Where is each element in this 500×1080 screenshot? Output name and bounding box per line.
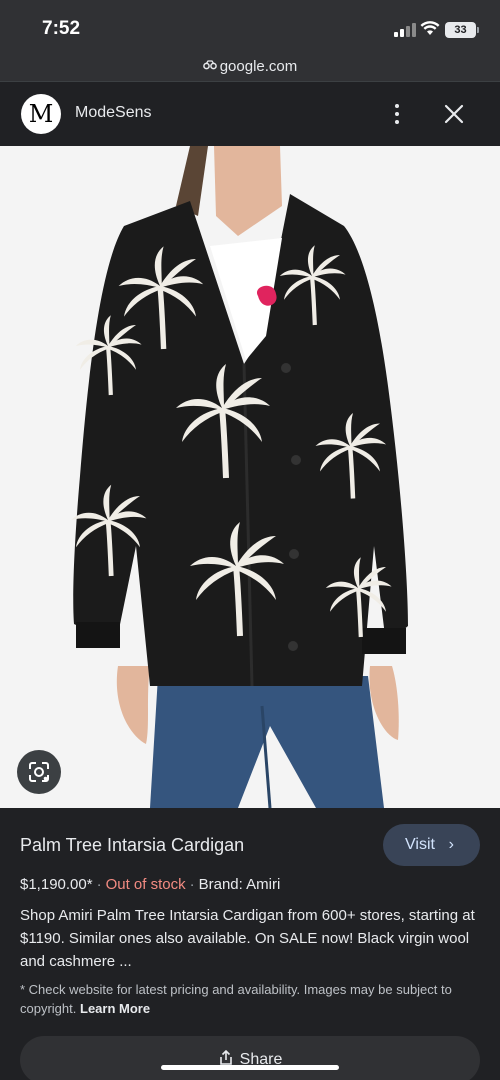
product-brand: Brand: Amiri	[198, 876, 281, 893]
home-indicator	[161, 1065, 339, 1070]
cellular-signal-icon	[394, 23, 416, 37]
battery-indicator: 33	[445, 22, 479, 38]
close-icon[interactable]	[440, 100, 468, 128]
url-display[interactable]: google.com	[202, 58, 298, 75]
product-meta: $1,190.00* · Out of stock · Brand: Amiri	[20, 876, 281, 893]
chevron-right-icon: ›	[448, 836, 454, 853]
learn-more-link[interactable]: Learn More	[80, 1001, 150, 1016]
product-image	[0, 146, 500, 808]
share-button[interactable]: Share	[20, 1036, 480, 1080]
source-logo: M	[21, 94, 61, 134]
visit-label: Visit	[405, 836, 435, 853]
more-options-button[interactable]	[385, 100, 409, 128]
cardigan-illustration	[0, 146, 500, 808]
share-icon	[219, 1049, 232, 1065]
product-price: $1,190.00*	[20, 876, 93, 893]
wifi-icon	[420, 21, 440, 35]
google-lens-icon[interactable]	[17, 750, 61, 794]
status-time: 7:52	[42, 18, 81, 39]
source-header: M ModeSens	[0, 82, 500, 146]
source-name: ModeSens	[75, 104, 152, 121]
visit-button[interactable]: Visit ›	[383, 824, 480, 866]
disclaimer: * Check website for latest pricing and a…	[20, 980, 460, 1018]
lock-icon	[202, 60, 217, 70]
status-bar: 7:52 33	[0, 0, 500, 52]
product-description: Shop Amiri Palm Tree Intarsia Cardigan f…	[20, 907, 475, 970]
url-bar[interactable]: google.com	[0, 52, 500, 82]
product-title: Palm Tree Intarsia Cardigan	[20, 835, 245, 855]
product-info-panel: Palm Tree Intarsia Cardigan Visit › $1,1…	[0, 808, 500, 1080]
stock-status: Out of stock	[105, 876, 186, 893]
url-text: google.com	[219, 58, 298, 75]
